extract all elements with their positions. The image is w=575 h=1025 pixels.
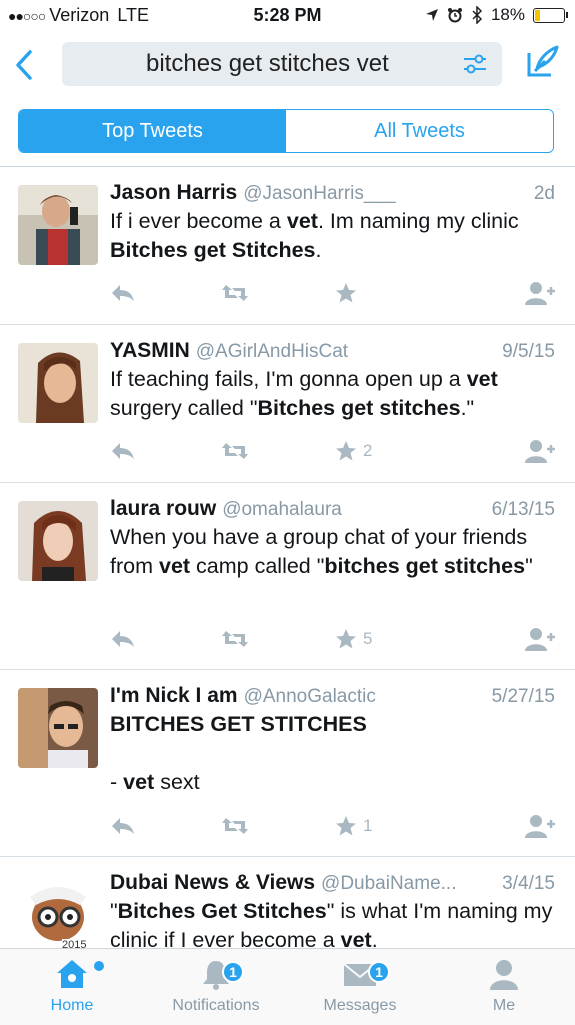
tweet-date: 2d — [533, 183, 555, 204]
author-name[interactable]: laura rouw — [110, 497, 216, 521]
profile-icon — [490, 960, 518, 990]
tweet-text: "Bitches Get Stitches" is what I'm namin… — [110, 899, 553, 948]
tab-home-label: Home — [50, 997, 94, 1014]
tweet-date: 6/13/15 — [491, 499, 555, 520]
retweet-icon[interactable] — [220, 279, 250, 307]
retweet-icon[interactable] — [220, 812, 250, 840]
tweet-filter-segment: Top Tweets All Tweets — [18, 109, 554, 153]
like-star-icon[interactable]: 2 — [335, 437, 372, 465]
tweet-date: 9/5/15 — [502, 341, 555, 362]
battery-percent: 18% — [490, 5, 525, 24]
follow-user-icon[interactable] — [525, 812, 555, 840]
messages-badge: 1 — [368, 961, 390, 983]
author-handle[interactable]: @AnnoGalactic — [244, 686, 484, 708]
tab-me[interactable]: Me — [434, 957, 574, 1023]
avatar[interactable]: 2015 — [18, 875, 98, 948]
tweet-item[interactable]: YASMIN @AGirlAndHisCat 9/5/15 If teaching … — [0, 325, 575, 483]
like-count: 1 — [363, 816, 373, 835]
back-chevron-icon[interactable] — [12, 48, 36, 82]
home-icon — [57, 960, 87, 988]
author-handle[interactable]: @AGirlAndHisCat — [196, 341, 494, 363]
location-arrow-icon — [425, 9, 438, 21]
search-input[interactable] — [62, 42, 442, 86]
tweet-text: If teaching fails, I'm gonna open up a v… — [110, 367, 498, 420]
reply-icon[interactable] — [110, 625, 136, 653]
avatar[interactable] — [18, 688, 98, 768]
avatar[interactable] — [18, 343, 98, 423]
tweet-actions: 1 — [110, 812, 555, 842]
tab-messages-label: Messages — [323, 997, 397, 1014]
notifications-badge: 1 — [222, 961, 244, 983]
tweet-text: BITCHES GET STITCHES - vet sext — [110, 712, 367, 794]
tab-me-label: Me — [492, 997, 516, 1014]
like-count: 2 — [363, 441, 373, 460]
bluetooth-icon — [472, 6, 483, 24]
top-tweets-tab[interactable]: Top Tweets — [19, 110, 286, 152]
reply-icon[interactable] — [110, 279, 136, 307]
author-handle[interactable]: @JasonHarris___ — [243, 183, 526, 205]
follow-user-icon[interactable] — [525, 437, 555, 465]
follow-user-icon[interactable] — [525, 625, 555, 653]
tweet-item[interactable]: Jason Harris @JasonHarris___ 2d If i ever … — [0, 167, 575, 325]
tweet-text: When you have a group chat of your frien… — [110, 525, 533, 578]
tweet-text: If i ever become a vet. Im naming my cli… — [110, 209, 519, 262]
like-star-icon[interactable]: 1 — [335, 812, 372, 840]
tab-messages[interactable]: 1 Messages — [290, 957, 430, 1023]
reply-icon[interactable] — [110, 437, 136, 465]
tab-notifications-label: Notifications — [172, 997, 260, 1014]
tweet-actions — [110, 279, 555, 309]
filter-settings-icon[interactable] — [462, 52, 488, 76]
tweet-date: 5/27/15 — [491, 686, 555, 707]
author-name[interactable]: Dubai News & Views — [110, 871, 315, 895]
tweet-item[interactable]: laura rouw @omahalaura 6/13/15 When you ha… — [0, 483, 575, 670]
like-count: 5 — [363, 629, 373, 648]
avatar[interactable] — [18, 185, 98, 265]
tab-home[interactable]: Home — [2, 957, 142, 1023]
search-box[interactable] — [62, 42, 502, 86]
compose-tweet-icon[interactable] — [525, 43, 561, 79]
tweet-item[interactable]: I'm Nick I am @AnnoGalactic 5/27/15 BITCHE… — [0, 670, 575, 857]
avatar[interactable] — [18, 501, 98, 581]
tweet-item[interactable]: 2015 Dubai News & Views @DubaiName... 3/4/… — [0, 857, 575, 948]
avatar-year-text: 2015 — [62, 939, 87, 948]
retweet-icon[interactable] — [220, 625, 250, 653]
author-name[interactable]: I'm Nick I am — [110, 684, 238, 708]
battery-icon — [533, 7, 568, 23]
search-header — [0, 40, 575, 90]
all-tweets-tab[interactable]: All Tweets — [286, 110, 553, 152]
alarm-clock-icon — [447, 8, 462, 23]
like-star-icon[interactable] — [335, 279, 363, 307]
home-new-indicator — [94, 961, 104, 971]
tweet-actions: 5 — [110, 625, 555, 655]
follow-user-icon[interactable] — [525, 279, 555, 307]
retweet-icon[interactable] — [220, 437, 250, 465]
author-name[interactable]: Jason Harris — [110, 181, 237, 205]
author-handle[interactable]: @omahalaura — [222, 499, 483, 521]
status-bar: ●●○○○ Verizon LTE 5:28 PM 18% — [0, 0, 575, 32]
like-star-icon[interactable]: 5 — [335, 625, 372, 653]
tweet-date: 3/4/15 — [502, 873, 555, 894]
bottom-tab-bar: Home 1 Notifications 1 Messages Me — [0, 948, 575, 1025]
tab-notifications[interactable]: 1 Notifications — [146, 957, 286, 1023]
author-name[interactable]: YASMIN — [110, 339, 190, 363]
author-handle[interactable]: @DubaiName... — [321, 873, 494, 895]
reply-icon[interactable] — [110, 812, 136, 840]
tweet-actions: 2 — [110, 437, 555, 467]
tweet-list: Jason Harris @JasonHarris___ 2d If i ever … — [0, 167, 575, 948]
